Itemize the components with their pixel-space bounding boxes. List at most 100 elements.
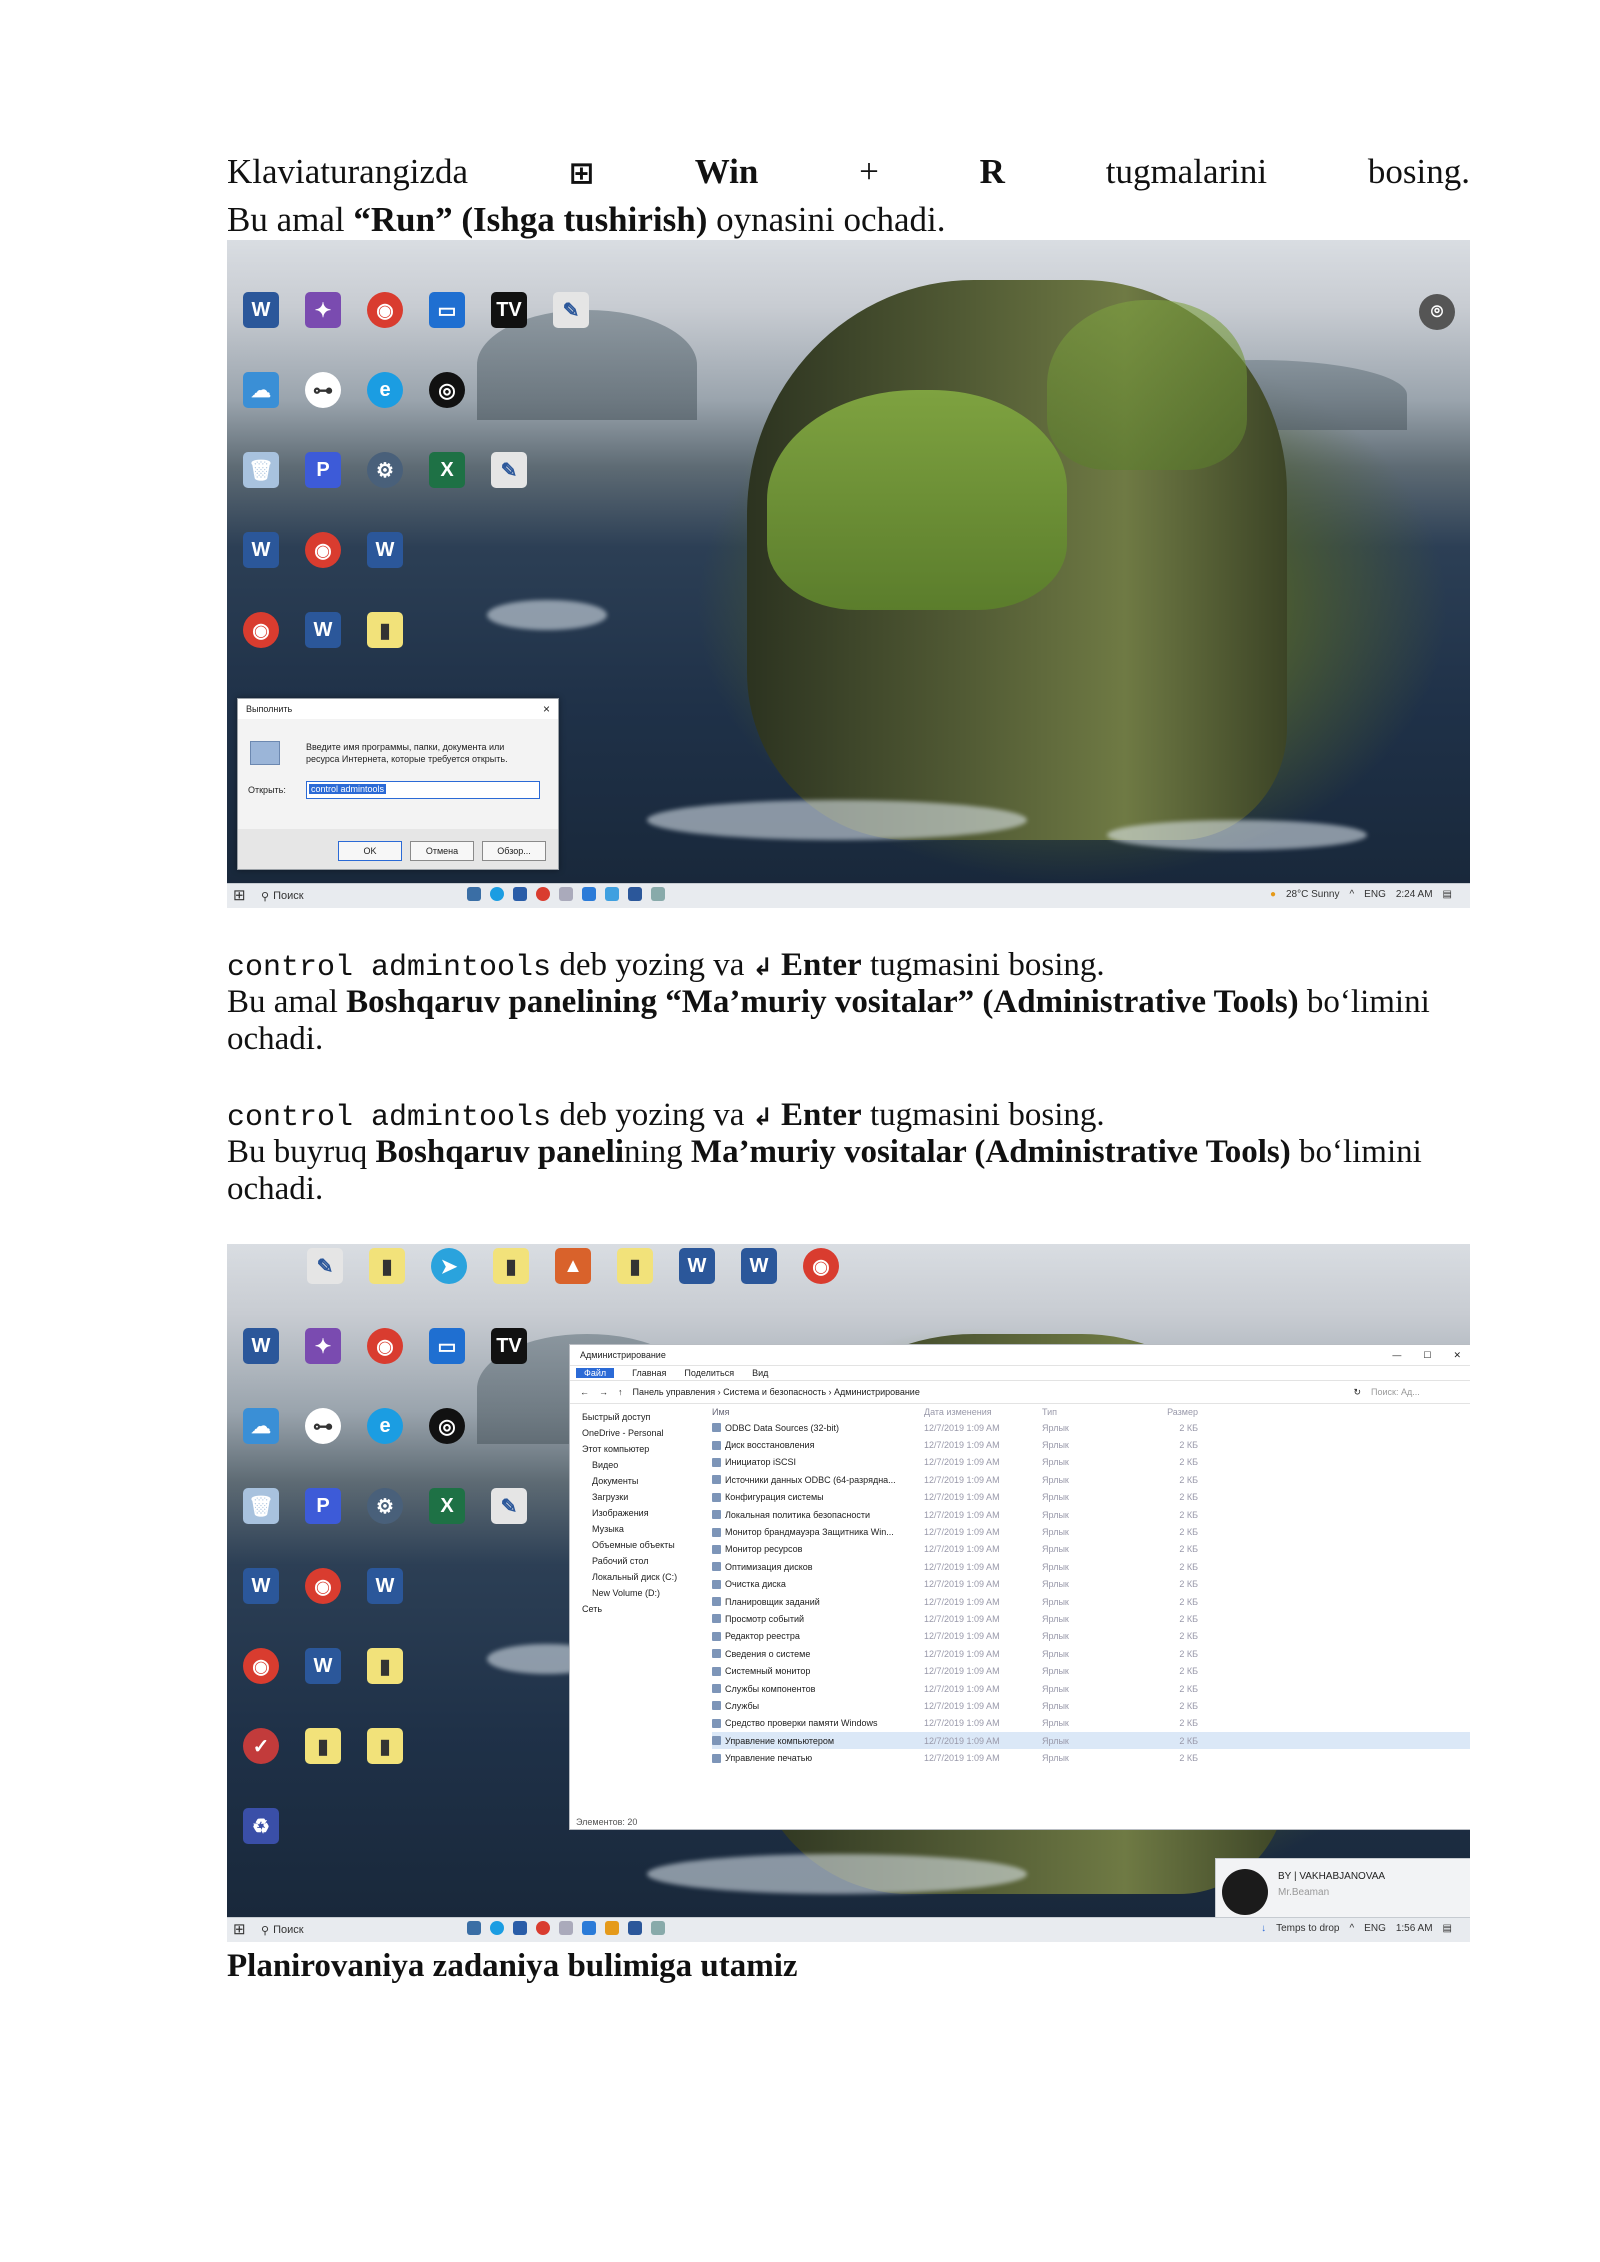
nav-item[interactable]: Локальный диск (C:) <box>570 1569 698 1585</box>
back-icon[interactable]: ← <box>580 1387 589 1397</box>
desktop-icon-edge[interactable]: e <box>357 1408 413 1444</box>
desktop-icon-word[interactable]: W <box>669 1248 725 1284</box>
taskbar-search[interactable]: ⚲ Поиск <box>261 1921 451 1939</box>
nav-item[interactable]: Документы <box>570 1473 698 1489</box>
desktop-icon-file[interactable]: ▮ <box>357 1648 413 1684</box>
app-icon[interactable] <box>605 1921 619 1935</box>
desktop-icon-excel[interactable]: X <box>419 1488 475 1524</box>
ok-button[interactable]: OK <box>338 841 402 861</box>
nav-item[interactable]: Объемные объекты <box>570 1537 698 1553</box>
desktop-icon-file[interactable]: ✎ <box>481 1488 537 1524</box>
taskbar-search[interactable]: ⚲ Поиск <box>261 887 451 905</box>
windows-start-icon[interactable]: ⊞ <box>233 1922 246 1937</box>
close-icon[interactable]: × <box>543 702 550 716</box>
task-view-icon[interactable] <box>467 887 481 901</box>
desktop-icon-outlook[interactable]: ▭ <box>419 292 475 328</box>
desktop-icon-cloud[interactable]: ☁ <box>233 1408 289 1444</box>
file-row[interactable]: Системный монитор 12/7/2019 1:09 AM Ярлык 2… <box>712 1662 1470 1679</box>
chevron-up-icon[interactable]: ^ <box>1349 889 1354 900</box>
desktop-icon-file[interactable]: ▮ <box>295 1728 351 1764</box>
desktop-icon-data-recovery[interactable]: ♻ <box>233 1808 289 1844</box>
column-name[interactable]: Имя <box>712 1407 922 1417</box>
desktop-icon-deezer[interactable]: ✦ <box>295 292 351 328</box>
file-row[interactable]: Оптимизация дисков 12/7/2019 1:09 AM Ярлык… <box>712 1558 1470 1575</box>
file-row[interactable]: Инициатор iSCSI 12/7/2019 1:09 AM Ярлык 2 К… <box>712 1454 1470 1471</box>
desktop-icon-right[interactable]: ⌾ <box>1409 294 1465 330</box>
desktop-icon-vpn[interactable]: ⊶ <box>295 1408 351 1444</box>
nav-item[interactable]: Рабочий стол <box>570 1553 698 1569</box>
chrome-icon[interactable] <box>536 1921 550 1935</box>
desktop-icon-tradingview[interactable]: TV <box>481 1328 537 1364</box>
desktop-icon-app[interactable]: ◎ <box>419 372 475 408</box>
desktop-icon-file[interactable]: ▮ <box>357 612 413 648</box>
desktop-icon-word[interactable]: W <box>295 612 351 648</box>
file-row[interactable]: Службы компонентов 12/7/2019 1:09 AM Ярлык… <box>712 1680 1470 1697</box>
file-row[interactable]: Очистка диска 12/7/2019 1:09 AM Ярлык 2 КБ <box>712 1576 1470 1593</box>
app-icon[interactable] <box>582 887 596 901</box>
language-indicator[interactable]: ENG <box>1364 1923 1386 1934</box>
desktop-icon-file[interactable]: ✎ <box>481 452 537 488</box>
breadcrumb[interactable]: Панель управления › Система и безопаснос… <box>633 1387 1344 1397</box>
desktop-icon-outlook[interactable]: ▭ <box>419 1328 475 1364</box>
column-date[interactable]: Дата изменения <box>922 1407 1042 1417</box>
nav-item[interactable]: OneDrive - Personal <box>570 1425 698 1441</box>
windows-start-icon[interactable]: ⊞ <box>233 888 246 903</box>
desktop-icon-chrome[interactable]: ◉ <box>295 1568 351 1604</box>
app-icon[interactable] <box>651 1921 665 1935</box>
desktop-icon-word[interactable]: W <box>295 1648 351 1684</box>
cancel-button[interactable]: Отмена <box>410 841 474 861</box>
file-row[interactable]: Источники данных ODBC (64-разрядна... 12/… <box>712 1471 1470 1488</box>
desktop-icon-cloud[interactable]: ☁ <box>233 372 289 408</box>
desktop-icon-word[interactable]: W <box>233 1328 289 1364</box>
notification-toast[interactable]: BY | VAKHABJANOVAA Mr.Beaman <box>1215 1858 1470 1924</box>
nav-item[interactable]: Видео <box>570 1457 698 1473</box>
nav-item[interactable]: Сеть <box>570 1601 698 1617</box>
desktop-icon-bin[interactable]: 🗑 <box>233 452 289 488</box>
desktop-icon-ccleaner[interactable]: ✓ <box>233 1728 289 1764</box>
desktop-icon-p[interactable]: P <box>295 1488 351 1524</box>
file-row[interactable]: Сведения о системе 12/7/2019 1:09 AM Ярлык… <box>712 1645 1470 1662</box>
desktop-icon-vpn[interactable]: ⊶ <box>295 372 351 408</box>
desktop-icon-chrome[interactable]: ◉ <box>357 292 413 328</box>
file-row[interactable]: ODBC Data Sources (32-bit) 12/7/2019 1:09… <box>712 1419 1470 1436</box>
app-icon[interactable] <box>605 887 619 901</box>
notification-icon[interactable]: ▤ <box>1443 1923 1452 1934</box>
desktop-icon-word[interactable]: W <box>233 1568 289 1604</box>
desktop-icon-chrome[interactable]: ◉ <box>357 1328 413 1364</box>
file-row[interactable]: Управление печатью 12/7/2019 1:09 AM Ярлык… <box>712 1749 1470 1766</box>
weather-text[interactable]: Temps to drop <box>1276 1923 1339 1934</box>
column-type[interactable]: Тип <box>1042 1407 1138 1417</box>
file-row[interactable]: Редактор реестра 12/7/2019 1:09 AM Ярлык 2 … <box>712 1628 1470 1645</box>
chevron-up-icon[interactable]: ^ <box>1349 1923 1354 1934</box>
app-icon[interactable] <box>559 887 573 901</box>
app-icon[interactable] <box>559 1921 573 1935</box>
file-row[interactable]: Службы 12/7/2019 1:09 AM Ярлык 2 КБ <box>712 1697 1470 1714</box>
word-icon[interactable] <box>628 887 642 901</box>
browse-button[interactable]: Обзор... <box>482 841 546 861</box>
forward-icon[interactable]: → <box>599 1387 608 1397</box>
word-icon[interactable] <box>628 1921 642 1935</box>
clock[interactable]: 1:56 AM <box>1396 1923 1433 1934</box>
nav-item[interactable]: Этот компьютер <box>570 1441 698 1457</box>
app-icon[interactable] <box>651 887 665 901</box>
file-row[interactable]: Локальная политика безопасности 12/7/2019… <box>712 1506 1470 1523</box>
nav-item[interactable]: New Volume (D:) <box>570 1585 698 1601</box>
app-icon[interactable] <box>582 1921 596 1935</box>
weather-text[interactable]: 28°C Sunny <box>1286 889 1339 900</box>
nav-item[interactable]: Изображения <box>570 1505 698 1521</box>
desktop-icon-telegram[interactable]: ➤ <box>421 1248 477 1284</box>
up-icon[interactable]: ↑ <box>618 1387 623 1397</box>
desktop-icon-file[interactable]: ▮ <box>607 1248 663 1284</box>
desktop-icon-app[interactable]: ◎ <box>419 1408 475 1444</box>
close-icon[interactable]: ✕ <box>1453 1350 1461 1361</box>
file-row[interactable]: Монитор брандмауэра Защитника Win... 12/7… <box>712 1523 1470 1540</box>
desktop-icon-google-chrome[interactable]: ◉ <box>233 1648 289 1684</box>
edge-icon[interactable] <box>490 1921 504 1935</box>
desktop-icon-file[interactable]: ▮ <box>357 1728 413 1764</box>
maximize-icon[interactable]: ☐ <box>1423 1350 1431 1361</box>
file-row[interactable]: Просмотр событий 12/7/2019 1:09 AM Ярлык 2 … <box>712 1610 1470 1627</box>
desktop-icon-bin[interactable]: 🗑 <box>233 1488 289 1524</box>
tab-file[interactable]: Файл <box>576 1368 615 1378</box>
desktop-icon-word[interactable]: W <box>731 1248 787 1284</box>
chrome-icon[interactable] <box>536 887 550 901</box>
